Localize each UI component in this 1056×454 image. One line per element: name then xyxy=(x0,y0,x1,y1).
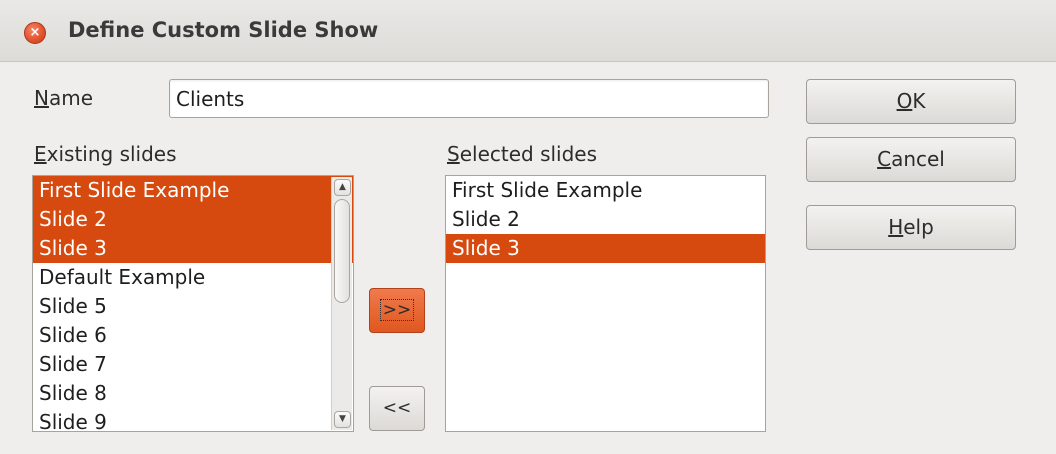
cancel-label: ancel xyxy=(891,147,945,171)
add-slides-label: >> xyxy=(379,299,415,321)
existing-slide-item[interactable]: Slide 8 xyxy=(33,379,353,408)
selected-slide-item[interactable]: First Slide Example xyxy=(446,176,765,205)
title-bar: × Define Custom Slide Show xyxy=(0,0,1056,62)
existing-slide-item[interactable]: Slide 9 xyxy=(33,408,353,431)
chevron-down-icon[interactable]: ▼ xyxy=(334,411,351,428)
scrollbar-thumb[interactable] xyxy=(334,199,350,303)
help-label: elp xyxy=(903,215,934,239)
existing-slide-item[interactable]: Slide 7 xyxy=(33,350,353,379)
help-button[interactable]: Help xyxy=(806,205,1016,250)
help-mnemonic: H xyxy=(888,215,904,239)
existing-slide-item[interactable]: Slide 2 xyxy=(33,205,353,234)
ok-label: K xyxy=(912,89,926,113)
existing-slide-item[interactable]: Slide 6 xyxy=(33,321,353,350)
name-label-text: ame xyxy=(48,86,94,110)
ok-mnemonic: O xyxy=(896,89,913,113)
existing-slides-label: Existing slides xyxy=(34,142,177,166)
existing-slides-list[interactable]: First Slide Example Slide 2 Slide 3 Defa… xyxy=(32,175,354,432)
name-input[interactable] xyxy=(169,79,769,118)
selected-slides-mnemonic: S xyxy=(447,142,460,166)
existing-slides-scrollbar[interactable]: ▲ ▼ xyxy=(331,177,352,430)
add-slides-button[interactable]: >> xyxy=(369,288,425,333)
name-label: Name xyxy=(34,86,93,110)
selected-slides-label: Selected slides xyxy=(447,142,597,166)
chevron-up-icon[interactable]: ▲ xyxy=(334,179,351,196)
name-label-mnemonic: N xyxy=(34,86,49,110)
remove-slides-button[interactable]: << xyxy=(369,386,425,431)
ok-button[interactable]: OK xyxy=(806,79,1016,124)
existing-slide-item[interactable]: Slide 3 xyxy=(33,234,353,263)
existing-slide-item[interactable]: Slide 5 xyxy=(33,292,353,321)
selected-slides-label-text: elected slides xyxy=(459,142,598,166)
selected-slides-list[interactable]: First Slide Example Slide 2 Slide 3 xyxy=(445,175,766,432)
cancel-mnemonic: C xyxy=(877,147,892,171)
close-icon[interactable]: × xyxy=(24,22,46,44)
existing-slides-mnemonic: E xyxy=(34,142,47,166)
existing-slide-item[interactable]: Default Example xyxy=(33,263,353,292)
selected-slide-item[interactable]: Slide 2 xyxy=(446,205,765,234)
cancel-button[interactable]: Cancel xyxy=(806,137,1016,182)
existing-slide-item[interactable]: First Slide Example xyxy=(33,176,353,205)
existing-slides-label-text: xisting slides xyxy=(46,142,177,166)
window-title: Define Custom Slide Show xyxy=(68,18,379,42)
selected-slide-item[interactable]: Slide 3 xyxy=(446,234,765,263)
